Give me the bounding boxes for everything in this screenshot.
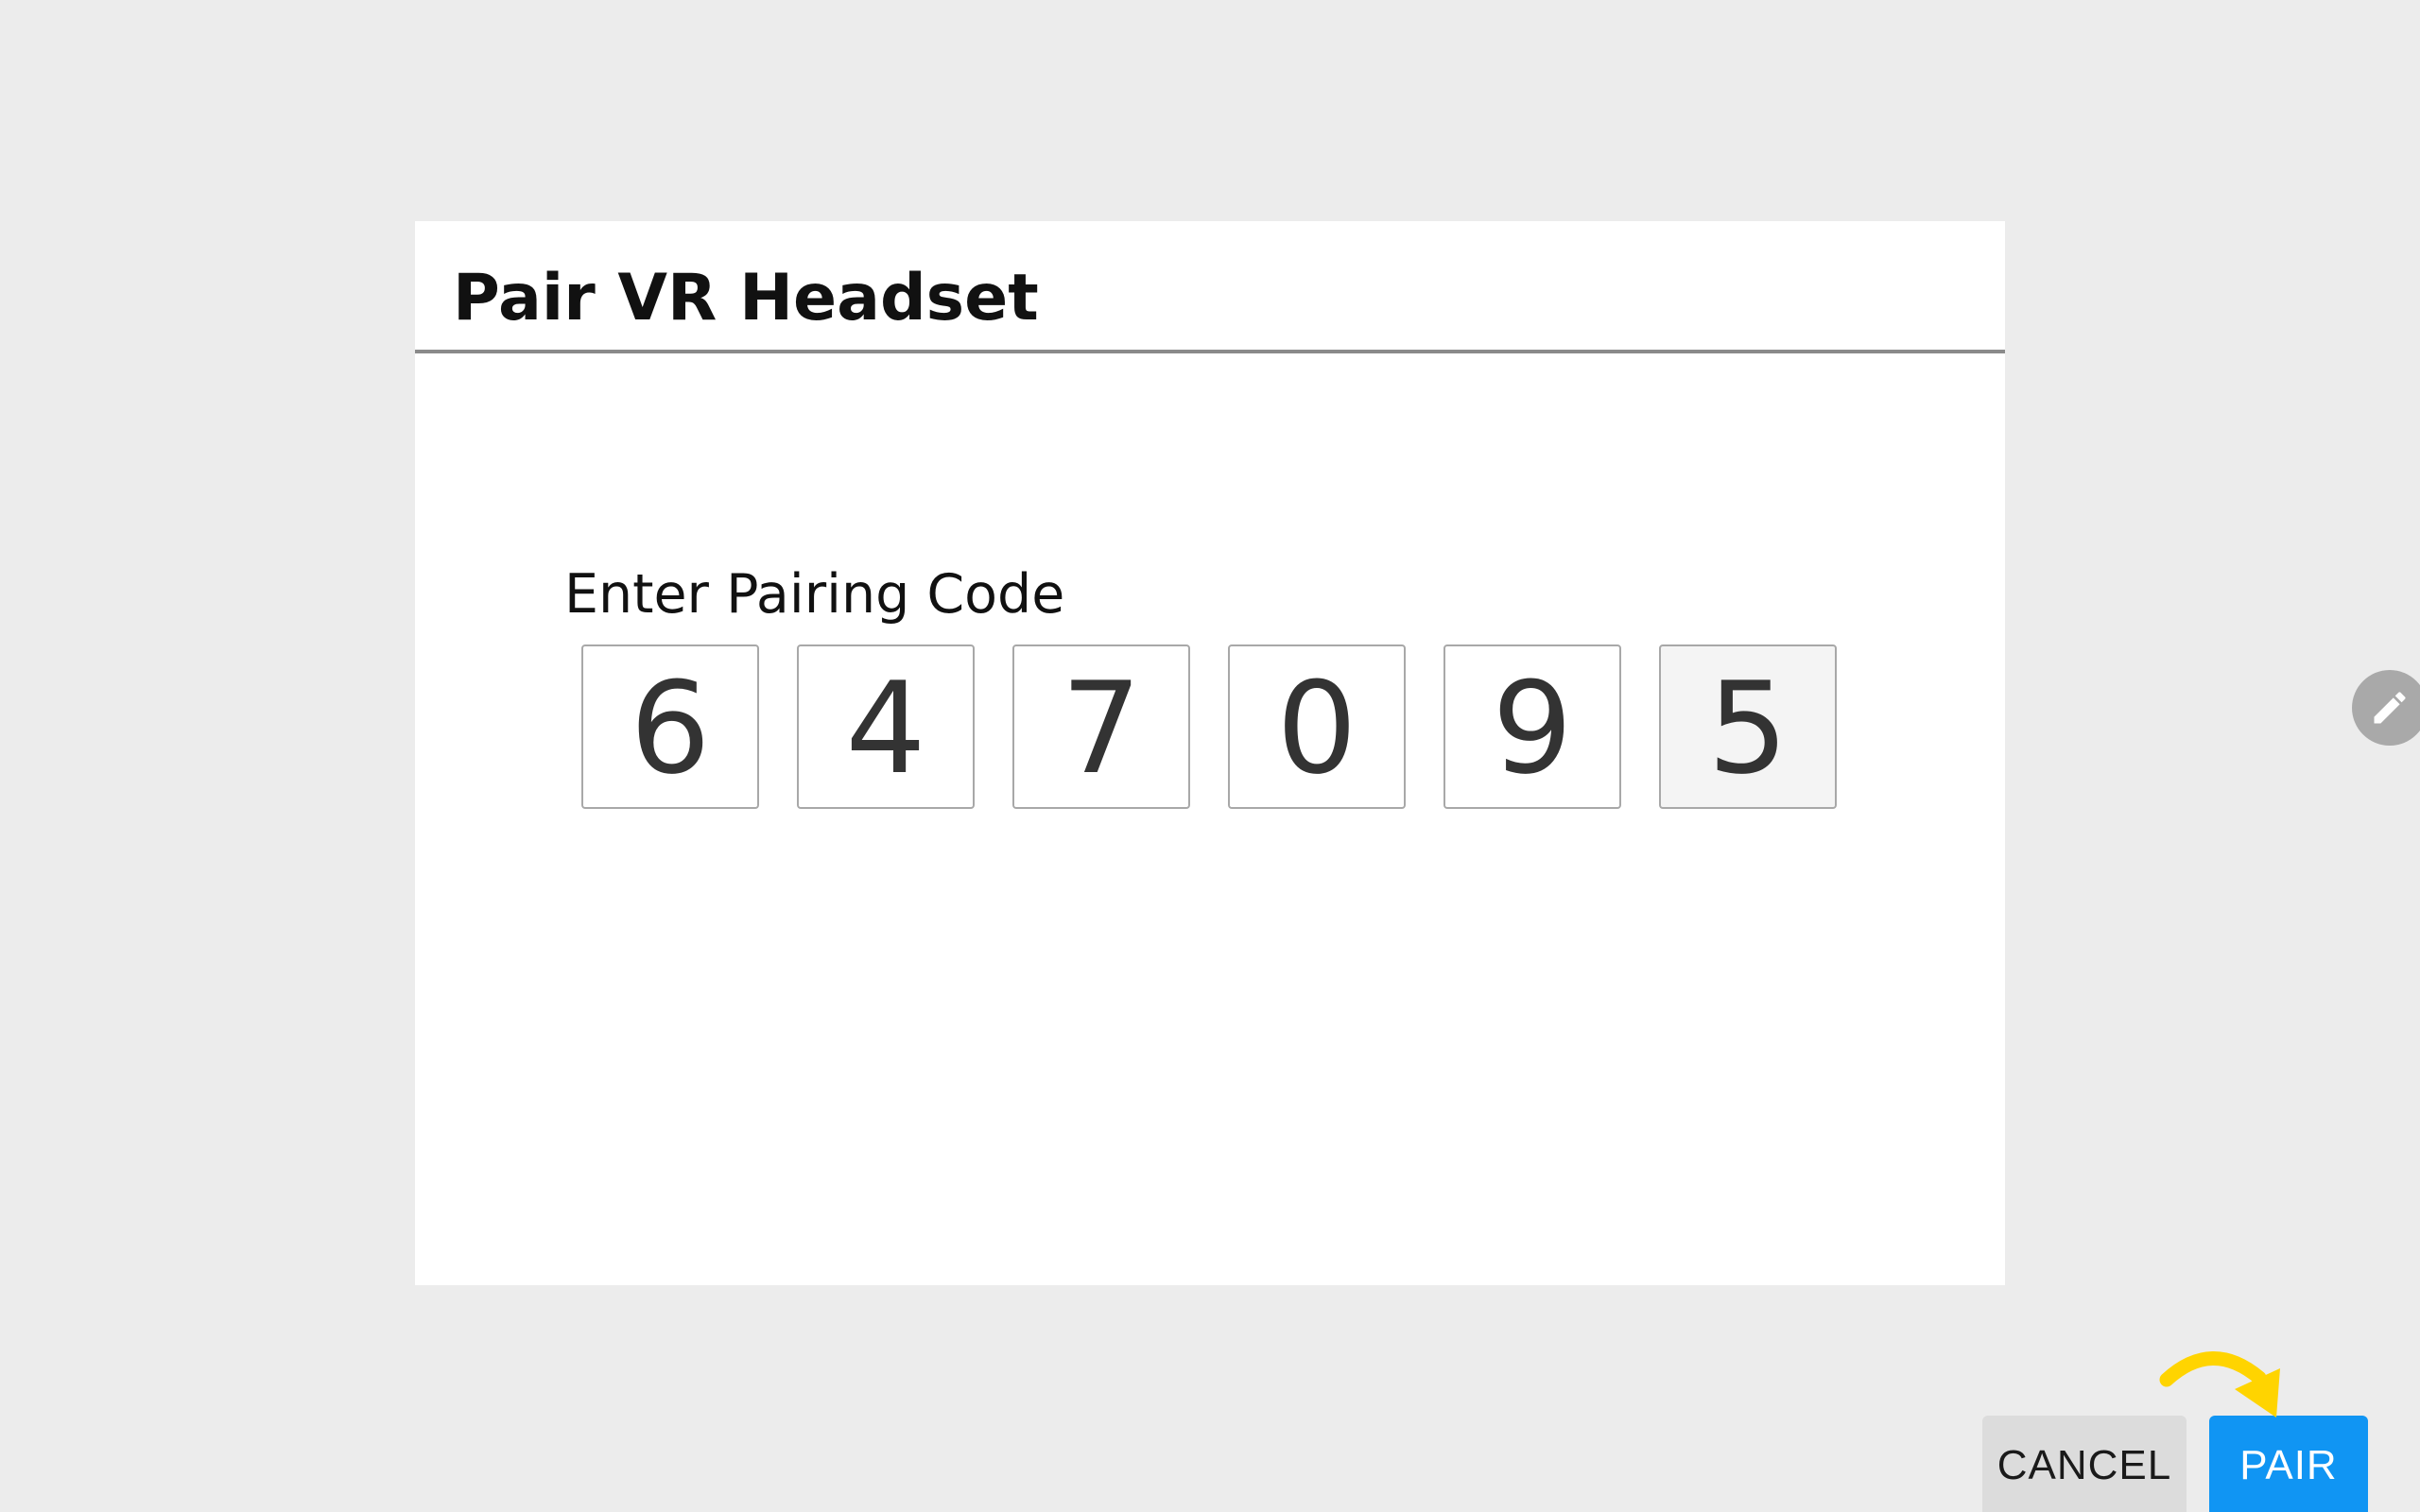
code-digit-5[interactable]: 9 [1443, 644, 1621, 809]
code-digit-3[interactable]: 7 [1012, 644, 1190, 809]
dialog-header: Pair VR Headset [415, 221, 2005, 353]
dialog-title: Pair VR Headset [453, 261, 1039, 335]
pairing-code-label: Enter Pairing Code [564, 563, 1065, 626]
pair-dialog: Pair VR Headset Enter Pairing Code 6 4 7… [415, 221, 2005, 1285]
code-digit-2[interactable]: 4 [797, 644, 975, 809]
code-digit-1[interactable]: 6 [581, 644, 759, 809]
edit-button[interactable] [2352, 670, 2420, 746]
code-digit-4[interactable]: 0 [1228, 644, 1406, 809]
code-digit-6[interactable]: 5 [1659, 644, 1837, 809]
pencil-icon [2374, 692, 2406, 724]
curved-arrow-icon [2159, 1351, 2280, 1418]
